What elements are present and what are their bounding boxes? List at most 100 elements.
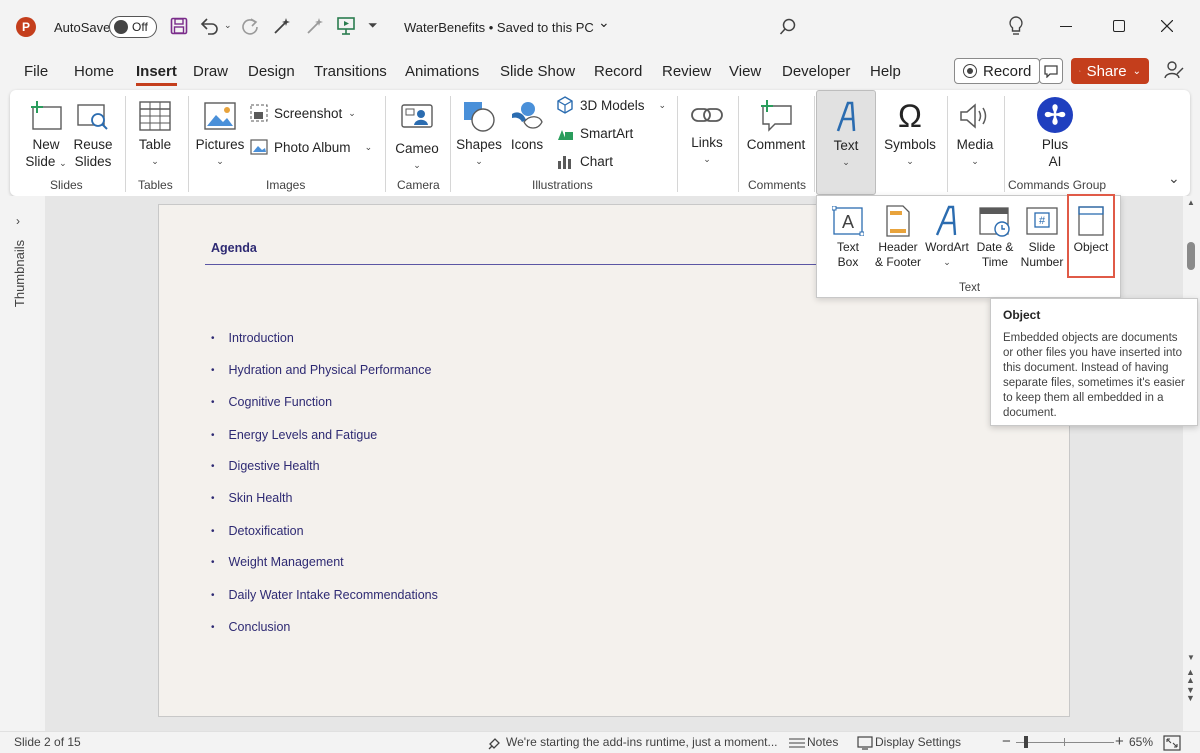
- list-item[interactable]: • Digestive Health: [211, 459, 320, 475]
- close-icon[interactable]: [1161, 20, 1173, 32]
- comment-button[interactable]: Comment: [746, 96, 806, 153]
- icons-button[interactable]: Icons: [506, 96, 548, 153]
- plus-ai-label: Plus: [1041, 137, 1069, 152]
- text-button[interactable]: Text ⌄: [816, 90, 876, 195]
- wordart-button[interactable]: WordArt ⌄: [923, 202, 971, 270]
- expand-thumbnails-icon[interactable]: ›: [16, 214, 20, 228]
- notes-icon: [789, 738, 805, 748]
- reuse-slides-button[interactable]: Reuse Slides: [70, 96, 116, 170]
- media-button[interactable]: Media ⌄: [950, 96, 1000, 170]
- present-from-start-icon[interactable]: [336, 16, 356, 36]
- zoom-slider-thumb[interactable]: [1024, 736, 1028, 748]
- undo-dropdown-icon[interactable]: ⌄: [224, 20, 232, 31]
- list-item[interactable]: • Introduction: [211, 331, 294, 347]
- minimize-button[interactable]: [1060, 26, 1072, 27]
- list-item[interactable]: • Daily Water Intake Recommendations: [211, 588, 438, 604]
- scroll-up-icon[interactable]: ▲: [1187, 198, 1195, 207]
- record-button[interactable]: Record: [954, 58, 1041, 84]
- redo-icon[interactable]: [240, 16, 260, 36]
- smartart-label: SmartArt: [580, 125, 634, 141]
- new-slide-button[interactable]: New Slide ⌄: [22, 96, 70, 172]
- tab-help[interactable]: Help: [870, 63, 901, 80]
- list-item[interactable]: • Detoxification: [211, 524, 304, 540]
- scroll-thumb[interactable]: [1187, 242, 1195, 270]
- lightbulb-icon[interactable]: [1008, 16, 1024, 36]
- plus-ai-button[interactable]: ✢ Plus AI: [1028, 94, 1082, 170]
- previous-slide-icon[interactable]: ▲ ▲: [1186, 668, 1195, 685]
- tab-insert[interactable]: Insert: [136, 63, 177, 86]
- object-label: Object: [1073, 240, 1109, 254]
- next-slide-icon[interactable]: ▼ ▼: [1186, 686, 1195, 703]
- fit-to-window-icon[interactable]: [1163, 735, 1181, 751]
- tab-draw[interactable]: Draw: [193, 63, 228, 80]
- share-button[interactable]: Share ⌄: [1071, 58, 1149, 84]
- title-chevron-icon[interactable]: ⌄: [598, 14, 610, 31]
- table-label: Table: [138, 137, 172, 152]
- list-item[interactable]: • Hydration and Physical Performance: [211, 363, 431, 379]
- format-painter-icon[interactable]: [305, 17, 324, 36]
- zoom-in-icon[interactable]: +: [1115, 733, 1124, 750]
- smartart-button[interactable]: SmartArt: [556, 124, 633, 142]
- tab-view[interactable]: View: [729, 63, 761, 80]
- coauthor-icon[interactable]: [1164, 60, 1184, 80]
- tab-review[interactable]: Review: [662, 63, 711, 80]
- table-button[interactable]: Table ⌄: [132, 96, 178, 170]
- comments-icon[interactable]: [1039, 58, 1063, 84]
- pictures-button[interactable]: Pictures ⌄: [196, 96, 244, 170]
- thumbnails-label[interactable]: Thumbnails: [12, 240, 27, 307]
- notes-button[interactable]: Notes: [807, 735, 838, 749]
- toggle-knob: [114, 20, 128, 34]
- display-settings-button[interactable]: Display Settings: [875, 735, 961, 749]
- vertical-scrollbar[interactable]: ▲ ▼ ▲ ▲ ▼ ▼: [1183, 196, 1200, 731]
- autosave-toggle[interactable]: Off: [109, 16, 157, 38]
- tab-transitions[interactable]: Transitions: [314, 63, 387, 80]
- tab-developer[interactable]: Developer: [782, 63, 850, 80]
- tab-slide-show[interactable]: Slide Show: [500, 63, 575, 80]
- tab-file[interactable]: File: [24, 63, 48, 80]
- zoom-slider[interactable]: [1016, 742, 1114, 743]
- media-label: Media: [956, 137, 994, 152]
- list-item[interactable]: • Cognitive Function: [211, 395, 332, 411]
- slide-title[interactable]: Agenda: [211, 241, 257, 255]
- comment-icon: [761, 100, 792, 132]
- new-slide-label-2: Slide ⌄: [25, 154, 67, 169]
- shapes-button[interactable]: Shapes ⌄: [456, 96, 502, 170]
- date-time-button[interactable]: Date & Time: [972, 202, 1018, 270]
- maximize-button[interactable]: [1113, 20, 1125, 32]
- tab-record[interactable]: Record: [594, 63, 642, 80]
- shapes-chevron-icon: ⌄: [475, 156, 483, 166]
- photo-album-button[interactable]: Photo Album ⌄: [250, 139, 372, 155]
- screenshot-chevron-icon: ⌄: [348, 107, 356, 118]
- header-footer-button[interactable]: Header & Footer: [873, 202, 923, 270]
- ribbon-separator: [450, 96, 451, 192]
- search-icon[interactable]: [779, 18, 797, 36]
- magic-wand-icon[interactable]: [272, 17, 291, 36]
- list-item[interactable]: • Conclusion: [211, 620, 290, 636]
- document-title[interactable]: WaterBenefits • Saved to this PC: [404, 20, 594, 35]
- save-icon[interactable]: [170, 17, 188, 35]
- list-item[interactable]: • Weight Management: [211, 555, 344, 571]
- chart-button[interactable]: Chart: [556, 152, 613, 170]
- undo-icon[interactable]: [199, 17, 219, 35]
- collapse-ribbon-icon[interactable]: ⌄: [1168, 170, 1180, 187]
- links-button[interactable]: Links ⌄: [684, 96, 730, 168]
- text-box-button[interactable]: A Text Box: [825, 202, 871, 270]
- addins-status: We're starting the add-ins runtime, just…: [506, 735, 778, 749]
- customize-toolbar-icon[interactable]: ⏷: [368, 18, 378, 33]
- reuse-slides-label-2: Slides: [74, 154, 112, 169]
- zoom-level[interactable]: 65%: [1129, 735, 1153, 749]
- tab-design[interactable]: Design: [248, 63, 295, 80]
- 3d-models-button[interactable]: 3D Models ⌄: [556, 96, 666, 114]
- object-button[interactable]: Object: [1067, 194, 1115, 278]
- slide-number-button[interactable]: # Slide Number: [1019, 202, 1065, 270]
- list-item[interactable]: • Skin Health: [211, 491, 292, 507]
- tab-animations[interactable]: Animations: [405, 63, 479, 80]
- screenshot-button[interactable]: Screenshot ⌄: [250, 104, 356, 122]
- scroll-down-icon[interactable]: ▼: [1187, 653, 1195, 662]
- slide-number-icon: #: [1026, 207, 1058, 235]
- symbols-button[interactable]: Ω Symbols ⌄: [880, 96, 940, 170]
- list-item[interactable]: • Energy Levels and Fatigue: [211, 428, 377, 444]
- tab-home[interactable]: Home: [74, 63, 114, 80]
- cameo-button[interactable]: Cameo ⌄: [393, 96, 441, 174]
- zoom-out-icon[interactable]: −: [1002, 733, 1011, 750]
